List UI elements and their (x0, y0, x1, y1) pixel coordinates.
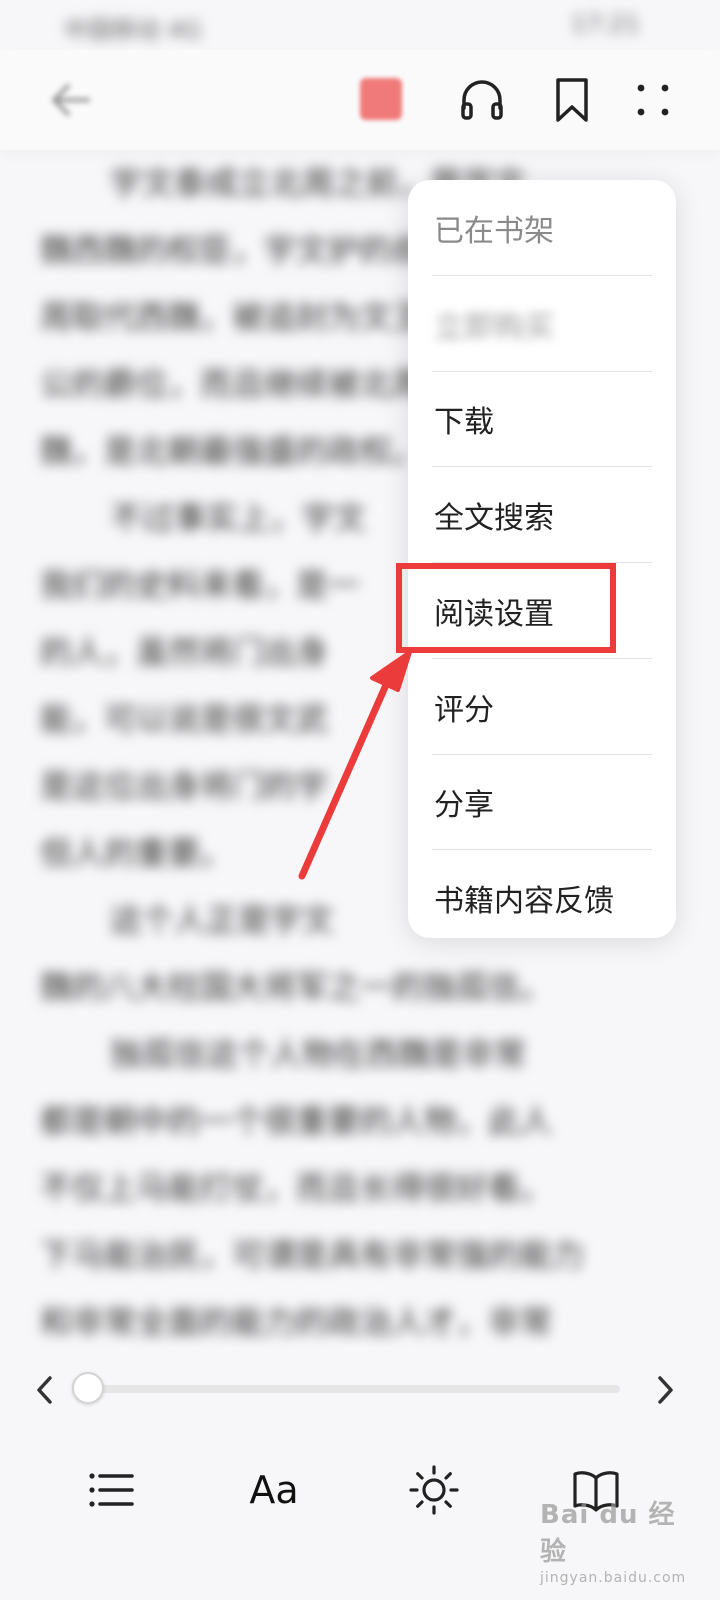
chevron-right-icon (658, 1376, 673, 1404)
next-chapter-button[interactable] (648, 1366, 682, 1414)
content-line: 不仅上马能打仗，而且长得很好看。 (40, 1169, 553, 1207)
watermark-main: Bai du 经验 (540, 1500, 676, 1567)
content-line: 独孤信这个人物在西魏是非常 (110, 1035, 527, 1073)
sun-icon (409, 1465, 459, 1515)
menu-item-label: 分享 (434, 788, 494, 824)
listen-button[interactable] (452, 70, 512, 130)
menu-item[interactable]: 下载 (408, 372, 676, 468)
menu-item-label: 书籍内容反馈 (434, 884, 614, 920)
content-line: 魏的八大柱国大将军之一的独孤信。 (40, 968, 553, 1006)
menu-item[interactable]: 评分 (408, 659, 676, 755)
bookmark-icon (556, 78, 588, 122)
menu-item-label: 全文搜索 (434, 501, 554, 537)
clock-text: 17:21 (570, 10, 640, 38)
menu-item[interactable]: 全文搜索 (408, 467, 676, 563)
content-line: 下马能治民，可谓是具有非常强的能力 (40, 1236, 585, 1274)
menu-item[interactable]: 分享 (408, 755, 676, 851)
headphones-icon (461, 80, 503, 120)
watermark-sub: jingyan.baidu.com (540, 1570, 687, 1586)
menu-item-label: 立即购买 (434, 309, 554, 345)
highlight-box (396, 563, 616, 653)
baidu-watermark: Bai du 经验 jingyan.baidu.com (540, 1494, 685, 1586)
red-badge-icon[interactable] (360, 78, 402, 120)
list-icon (89, 1473, 134, 1507)
more-button[interactable] (628, 70, 678, 130)
more-dots-icon (637, 84, 669, 116)
menu-item-label: 下载 (434, 405, 494, 441)
font-settings-button[interactable]: Aa (234, 1460, 314, 1520)
menu-item[interactable]: 立即购买 (408, 276, 676, 372)
status-bar: 中国移动 4G 17:21 (0, 0, 720, 50)
menu-item-label: 已在书架 (434, 213, 554, 249)
content-line: 和非常全面的能力的政治人才，非常 (40, 1303, 553, 1341)
progress-thumb[interactable] (72, 1372, 104, 1404)
more-menu: 已在书架 立即购买 下载 全文搜索 阅读设置 评分 分享 书籍内容反馈 (408, 180, 676, 938)
progress-track[interactable] (86, 1385, 620, 1393)
font-label: Aa (249, 1468, 299, 1512)
menu-item-label: 评分 (434, 692, 494, 728)
prev-chapter-button[interactable] (28, 1366, 62, 1414)
arrow-left-icon (52, 84, 90, 116)
content-line: 都是朝中的一个很重要的人物，此人 (40, 1102, 553, 1140)
menu-item: 已在书架 (408, 180, 676, 276)
menu-item[interactable]: 书籍内容反馈 (408, 850, 676, 946)
toc-button[interactable] (72, 1460, 152, 1520)
progress-row (0, 1350, 720, 1430)
top-toolbar (0, 50, 720, 150)
bookmark-button[interactable] (546, 70, 598, 130)
chevron-left-icon (37, 1376, 52, 1404)
carrier-text: 中国移动 4G (64, 16, 202, 44)
brightness-button[interactable] (394, 1460, 474, 1520)
back-button[interactable] (42, 72, 98, 128)
